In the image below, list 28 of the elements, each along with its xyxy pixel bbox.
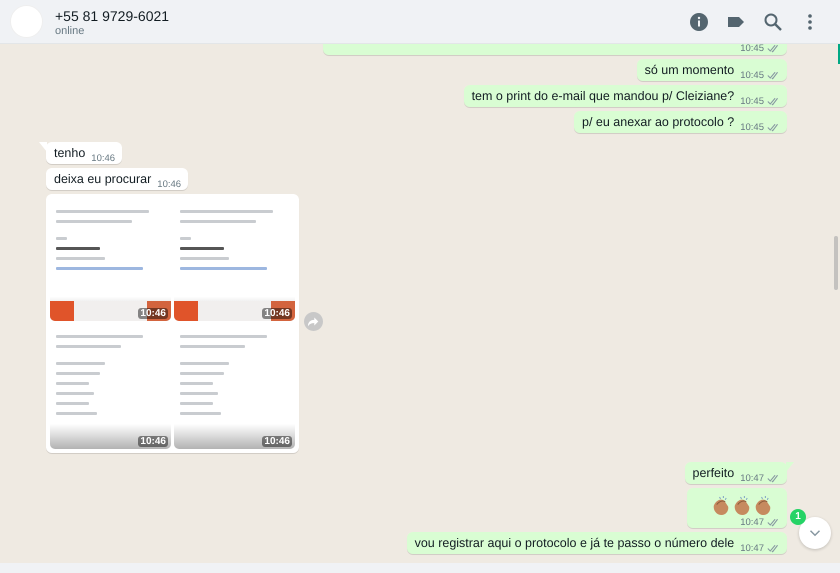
message-time: 10:47 bbox=[740, 543, 764, 554]
message-time: 10:47 bbox=[740, 473, 764, 484]
message-time: 10:46 bbox=[91, 153, 116, 164]
image-time: 10:46 bbox=[262, 308, 292, 319]
message-text: deixa eu procurar bbox=[54, 171, 152, 187]
message-time: 10:45 bbox=[740, 122, 764, 133]
message-time: 10:45 bbox=[740, 70, 764, 81]
clapping-hands-icon bbox=[711, 496, 730, 517]
message-time: 10:45 bbox=[740, 96, 764, 107]
contact-status: online bbox=[55, 24, 86, 36]
chevron-down-icon bbox=[809, 529, 821, 537]
message-text: perfeito bbox=[692, 465, 734, 481]
message-text: tenho bbox=[54, 145, 86, 161]
image-time: 10:46 bbox=[138, 436, 168, 447]
message-text: vou registrar aqui o protocolo e já te passo o número dele bbox=[414, 535, 734, 551]
image-time: 10:46 bbox=[138, 308, 168, 319]
message-text: tem o print do e-mail que mandou p/ Cleiziane? bbox=[472, 88, 734, 104]
unread-badge: 1 bbox=[790, 509, 806, 525]
message-text: p/ eu anexar ao protocolo ? bbox=[582, 114, 734, 130]
message-time: 10:45 bbox=[740, 44, 764, 54]
contact-name: +55 81 9729-6021 bbox=[55, 6, 170, 24]
message-text: só um momento bbox=[644, 62, 734, 78]
scrollbar-thumb[interactable] bbox=[834, 236, 838, 290]
image-time: 10:46 bbox=[262, 436, 292, 447]
message-time: 10:46 bbox=[157, 179, 182, 190]
message-time: 10:47 bbox=[740, 517, 764, 528]
clapping-hands-icon bbox=[732, 496, 751, 517]
clapping-hands-icon bbox=[753, 496, 772, 517]
